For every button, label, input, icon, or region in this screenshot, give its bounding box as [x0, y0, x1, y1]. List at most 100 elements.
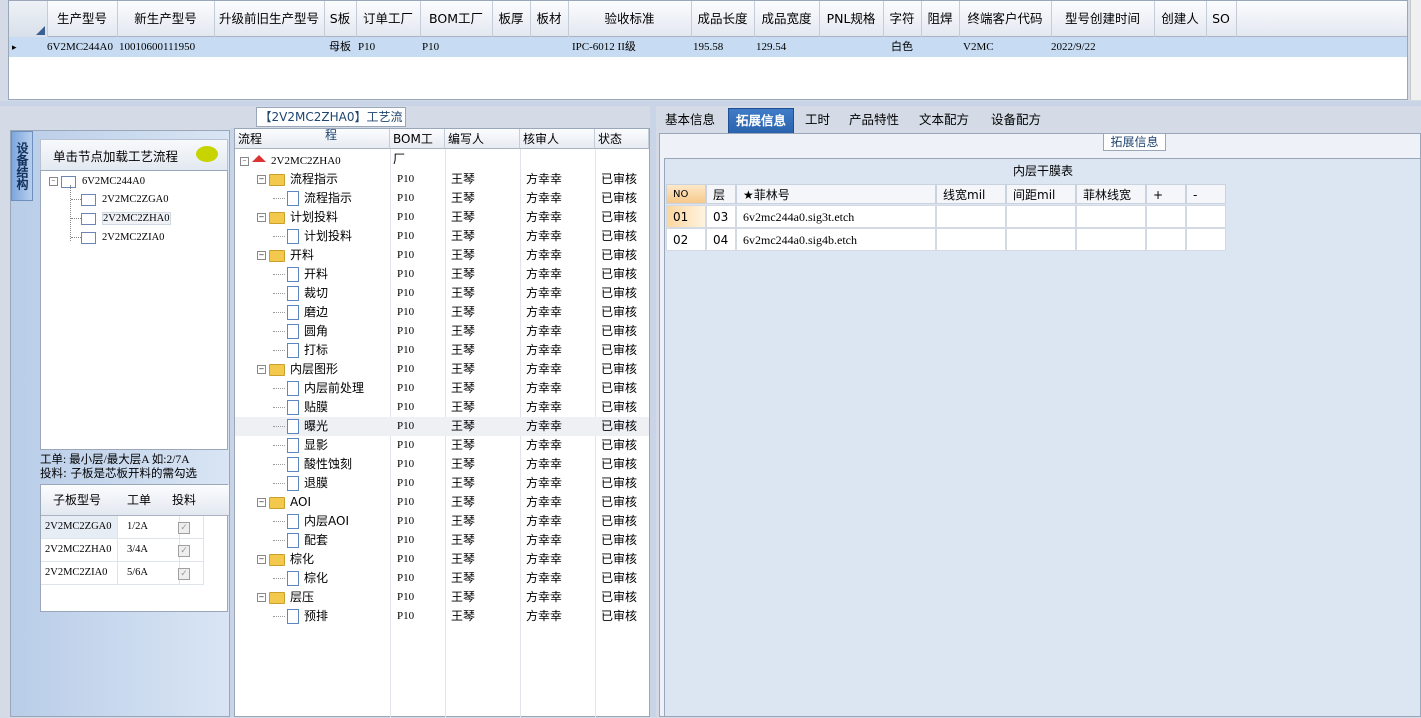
col-header-author[interactable]: 编写人 [445, 129, 520, 149]
empty-cell[interactable] [1076, 205, 1146, 228]
empty-cell[interactable] [1006, 205, 1076, 228]
cell-sub-model[interactable]: 2V2MC2ZGA0 [41, 516, 118, 539]
col-header-customer-code[interactable]: 终端客户代码 [959, 1, 1052, 37]
cell-customer-code[interactable]: V2MC [963, 37, 1049, 57]
col-header-ext-4[interactable]: 间距mil [1006, 184, 1076, 204]
col-header-solder[interactable]: 阻焊 [921, 1, 960, 37]
col-header-material[interactable]: 板材 [530, 1, 569, 37]
col-header-status[interactable]: 状态 [595, 129, 649, 149]
film-cell[interactable]: 6v2mc244a0.sig4b.etch [736, 228, 936, 251]
process-step-row[interactable]: 配套 P10 王琴 方幸幸 已审核 [235, 531, 649, 550]
cell-bom-factory[interactable]: P10 [422, 37, 490, 57]
col-header-ext-7[interactable]: - [1186, 184, 1226, 204]
cell-s-board[interactable]: 母板 [324, 37, 356, 57]
top-grid-scrollbar[interactable] [1410, 0, 1421, 100]
col-header-ext-1[interactable]: 层 [706, 184, 736, 204]
row-number-cell[interactable]: 02 [666, 228, 706, 251]
empty-cell[interactable] [1076, 228, 1146, 251]
collapse-icon[interactable]: − [257, 555, 266, 564]
process-group-row[interactable]: − 计划投料 P10 王琴 方幸幸 已审核 [235, 208, 649, 227]
col-header-ext-3[interactable]: 线宽mil [936, 184, 1006, 204]
process-step-row[interactable]: 退膜 P10 王琴 方幸幸 已审核 [235, 474, 649, 493]
col-header-old-model[interactable]: 升级前旧生产型号 [214, 1, 325, 37]
col-header-order[interactable]: 工单 [113, 485, 166, 516]
collapse-icon[interactable]: − [257, 498, 266, 507]
process-step-row[interactable]: 计划投料 P10 王琴 方幸幸 已审核 [235, 227, 649, 246]
film-cell[interactable]: 6v2mc244a0.sig3t.etch [736, 205, 936, 228]
collapse-icon[interactable]: − [257, 365, 266, 374]
col-header-ext-2[interactable]: ★菲林号 [736, 184, 936, 204]
process-root-row[interactable]: − 2V2MC2ZHA0 [235, 151, 649, 170]
table-row[interactable]: ▸ 6V2MC244A0 10010600111950 母板 P10 P10 I… [9, 37, 1407, 57]
process-group-row[interactable]: − AOI P10 王琴 方幸幸 已审核 [235, 493, 649, 512]
col-header-bom[interactable]: BOM工厂 [390, 129, 445, 166]
process-step-row[interactable]: 曝光 P10 王琴 方幸幸 已审核 [235, 417, 649, 436]
empty-cell[interactable] [936, 205, 1006, 228]
collapse-icon[interactable]: − [240, 156, 249, 166]
process-step-row[interactable]: 圆角 P10 王琴 方幸幸 已审核 [235, 322, 649, 341]
empty-cell[interactable] [936, 228, 1006, 251]
tab-1[interactable]: 拓展信息 [728, 108, 795, 134]
cell-model[interactable]: 6V2MC244A0 [47, 37, 117, 57]
cell-acceptance[interactable]: IPC-6012 II级 [572, 37, 690, 57]
feed-checkbox[interactable]: ✓ [165, 516, 204, 539]
process-step-row[interactable]: 显影 P10 王琴 方幸幸 已审核 [235, 436, 649, 455]
col-header-width[interactable]: 成品宽度 [754, 1, 820, 37]
collapse-icon[interactable]: − [257, 213, 266, 222]
col-header-acceptance[interactable]: 验收标准 [568, 1, 692, 37]
process-step-row[interactable]: 裁切 P10 王琴 方幸幸 已审核 [235, 284, 649, 303]
col-header-sub-model[interactable]: 子板型号 [41, 485, 114, 516]
process-step-row[interactable]: 开料 P10 王琴 方幸幸 已审核 [235, 265, 649, 284]
cell-created-time[interactable]: 2022/9/22 [1051, 37, 1151, 57]
col-header-creator[interactable]: 创建人 [1154, 1, 1207, 37]
grid-corner[interactable] [9, 1, 48, 37]
col-header-char[interactable]: 字符 [883, 1, 922, 37]
tree-node-zga0[interactable]: 2V2MC2ZGA0 [71, 191, 169, 209]
col-header-so[interactable]: SO [1206, 1, 1237, 37]
col-header-model[interactable]: 生产型号 [47, 1, 118, 37]
col-header-feed[interactable]: 投料 [165, 485, 204, 516]
cell-width[interactable]: 129.54 [756, 37, 818, 57]
col-header-reviewer[interactable]: 核审人 [520, 129, 595, 149]
tab-4[interactable]: 文本配方 [912, 108, 976, 132]
process-step-row[interactable]: 内层AOI P10 王琴 方幸幸 已审核 [235, 512, 649, 531]
col-header-ext-6[interactable]: + [1146, 184, 1186, 204]
col-header-new-model[interactable]: 新生产型号 [117, 1, 215, 37]
col-header-ext-0[interactable]: NO [666, 184, 706, 204]
col-header-thickness[interactable]: 板厚 [492, 1, 531, 37]
cell-new-model[interactable]: 10010600111950 [119, 37, 214, 57]
cell-sub-model[interactable]: 2V2MC2ZHA0 [41, 539, 118, 562]
process-step-row[interactable]: 磨边 P10 王琴 方幸幸 已审核 [235, 303, 649, 322]
empty-cell[interactable] [1006, 228, 1076, 251]
process-step-row[interactable]: 酸性蚀刻 P10 王琴 方幸幸 已审核 [235, 455, 649, 474]
process-step-row[interactable]: 棕化 P10 王琴 方幸幸 已审核 [235, 569, 649, 588]
vertical-splitter-right[interactable] [650, 106, 656, 717]
feed-checkbox[interactable]: ✓ [165, 562, 204, 585]
process-step-row[interactable]: 流程指示 P10 王琴 方幸幸 已审核 [235, 189, 649, 208]
tab-5[interactable]: 设备配方 [984, 108, 1048, 132]
process-group-row[interactable]: − 流程指示 P10 王琴 方幸幸 已审核 [235, 170, 649, 189]
tab-device-structure[interactable]: 设备结构 [11, 131, 33, 201]
process-group-row[interactable]: − 层压 P10 王琴 方幸幸 已审核 [235, 588, 649, 607]
empty-cell[interactable] [1146, 205, 1186, 228]
col-header-process[interactable]: 流程 [235, 129, 390, 149]
col-header-pnl[interactable]: PNL规格 [819, 1, 884, 37]
col-header-order-factory[interactable]: 订单工厂 [356, 1, 421, 37]
process-group-row[interactable]: − 开料 P10 王琴 方幸幸 已审核 [235, 246, 649, 265]
col-header-s-board[interactable]: S板 [324, 1, 357, 37]
feed-checkbox[interactable]: ✓ [165, 539, 204, 562]
col-header-length[interactable]: 成品长度 [691, 1, 755, 37]
process-step-row[interactable]: 预排 P10 王琴 方幸幸 已审核 [235, 607, 649, 626]
collapse-icon[interactable]: − [257, 175, 266, 184]
collapse-icon[interactable]: − [49, 177, 58, 187]
process-group-row[interactable]: − 内层图形 P10 王琴 方幸幸 已审核 [235, 360, 649, 379]
empty-cell[interactable] [1186, 228, 1226, 251]
empty-cell[interactable] [1186, 205, 1226, 228]
tab-0[interactable]: 基本信息 [658, 108, 722, 132]
tree-node-zha0[interactable]: 2V2MC2ZHA0 [71, 210, 171, 228]
process-step-row[interactable]: 内层前处理 P10 王琴 方幸幸 已审核 [235, 379, 649, 398]
collapse-icon[interactable]: − [257, 593, 266, 602]
empty-cell[interactable] [1146, 228, 1186, 251]
cell-length[interactable]: 195.58 [693, 37, 753, 57]
tree-node-root[interactable]: − 6V2MC244A0 [49, 173, 145, 191]
